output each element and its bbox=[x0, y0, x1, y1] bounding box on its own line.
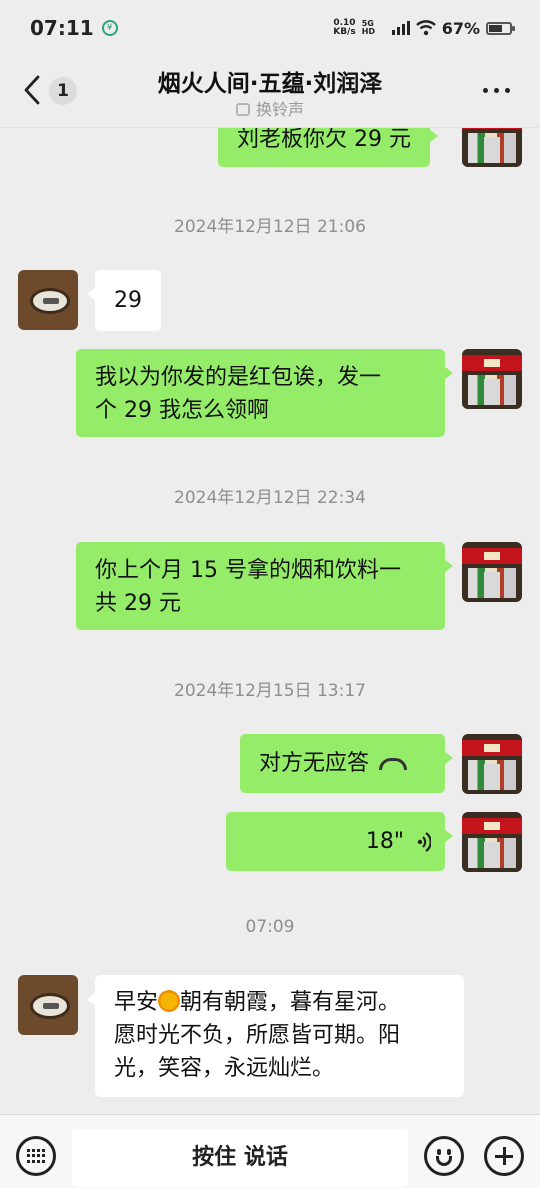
message-text-line: 我以为你发的是红包诶，发一 bbox=[95, 365, 382, 390]
message-text-line: 光，笑容，永远灿烂。 bbox=[114, 1056, 335, 1081]
contact-avatar[interactable] bbox=[18, 270, 78, 330]
change-ringtone-link[interactable]: 换铃声 bbox=[0, 96, 540, 120]
message-timestamp: 2024年12月15日 13:17 bbox=[174, 681, 366, 701]
more-functions-plus-icon[interactable] bbox=[484, 1136, 524, 1176]
message-text-line: 早安 朝有朝霞，暮有星河。 bbox=[114, 986, 445, 1019]
more-options-icon[interactable] bbox=[483, 88, 510, 93]
message-text: 早安 bbox=[114, 990, 159, 1015]
message-text-line: 你上个月 15 号拿的烟和饮料一 bbox=[95, 558, 401, 583]
status-bar: 07:11 ¥ 0.10 KB/s 5G HD 67% bbox=[0, 0, 540, 56]
my-avatar[interactable] bbox=[462, 349, 522, 409]
message-bubble-sent[interactable]: 我以为你发的是红包诶，发一 个 29 我怎么领啊 bbox=[76, 349, 453, 437]
message-timestamp: 2024年12月12日 21:06 bbox=[174, 217, 366, 237]
keyboard-toggle-icon[interactable] bbox=[16, 1136, 56, 1176]
voice-duration: 18" bbox=[365, 829, 404, 854]
signal-icon bbox=[391, 21, 410, 35]
message-text: 29 bbox=[114, 288, 142, 313]
phone-hangup-icon bbox=[379, 758, 408, 770]
battery-percent: 67% bbox=[441, 18, 480, 38]
message-text-line: 个 29 我怎么领啊 bbox=[95, 398, 269, 423]
message-text-line: 愿时光不负，所愿皆可期。阳 bbox=[114, 1023, 401, 1048]
call-record-bubble[interactable]: 对方无应答 bbox=[240, 734, 453, 793]
contact-avatar[interactable] bbox=[18, 975, 78, 1035]
my-avatar[interactable] bbox=[462, 734, 522, 794]
message-timestamp: 2024年12月12日 22:34 bbox=[174, 488, 366, 508]
sun-emoji-icon bbox=[158, 990, 181, 1012]
message-text-line: 共 29 元 bbox=[95, 591, 181, 616]
status-time: 07:11 bbox=[30, 16, 94, 40]
ringtone-label: 换铃声 bbox=[255, 100, 304, 119]
network-speed: 0.10 KB/s bbox=[333, 19, 355, 37]
message-bubble-sent[interactable]: 你上个月 15 号拿的烟和饮料一 共 29 元 bbox=[76, 542, 453, 630]
voice-wave-icon bbox=[417, 832, 431, 852]
input-bar: 按住 说话 bbox=[0, 1114, 540, 1188]
network-speed-unit: KB/s bbox=[333, 27, 356, 37]
wifi-icon bbox=[415, 20, 436, 36]
chat-title: 烟火人间·五蕴·刘润泽 bbox=[157, 71, 383, 97]
message-bubble-received[interactable]: 早安 朝有朝霞，暮有星河。 愿时光不负，所愿皆可期。阳 光，笑容，永远灿烂。 bbox=[87, 975, 464, 1097]
hold-to-talk-button[interactable]: 按住 说话 bbox=[72, 1129, 408, 1187]
chat-message-list[interactable]: 刘老板你欠 29 元 2024年12月12日 21:06 29 我以为你发的是红… bbox=[0, 0, 540, 1114]
message-text: 刘老板你欠 29 元 bbox=[237, 127, 411, 152]
message-bubble-received[interactable]: 29 bbox=[87, 270, 161, 331]
network-type: 5G HD bbox=[361, 19, 376, 36]
call-status-text: 对方无应答 bbox=[259, 751, 370, 776]
app-notification-icon: ¥ bbox=[101, 20, 118, 36]
ringtone-icon bbox=[235, 103, 250, 116]
my-avatar[interactable] bbox=[462, 812, 522, 872]
my-avatar[interactable] bbox=[462, 542, 522, 602]
chat-header: 1 烟火人间·五蕴·刘润泽 换铃声 bbox=[0, 56, 540, 128]
message-timestamp: 07:09 bbox=[245, 917, 295, 937]
message-text: 朝有朝霞，暮有星河。 bbox=[180, 990, 401, 1015]
battery-icon bbox=[486, 21, 515, 35]
emoji-icon[interactable] bbox=[424, 1136, 464, 1176]
voice-message-bubble[interactable]: 18" bbox=[226, 812, 453, 871]
